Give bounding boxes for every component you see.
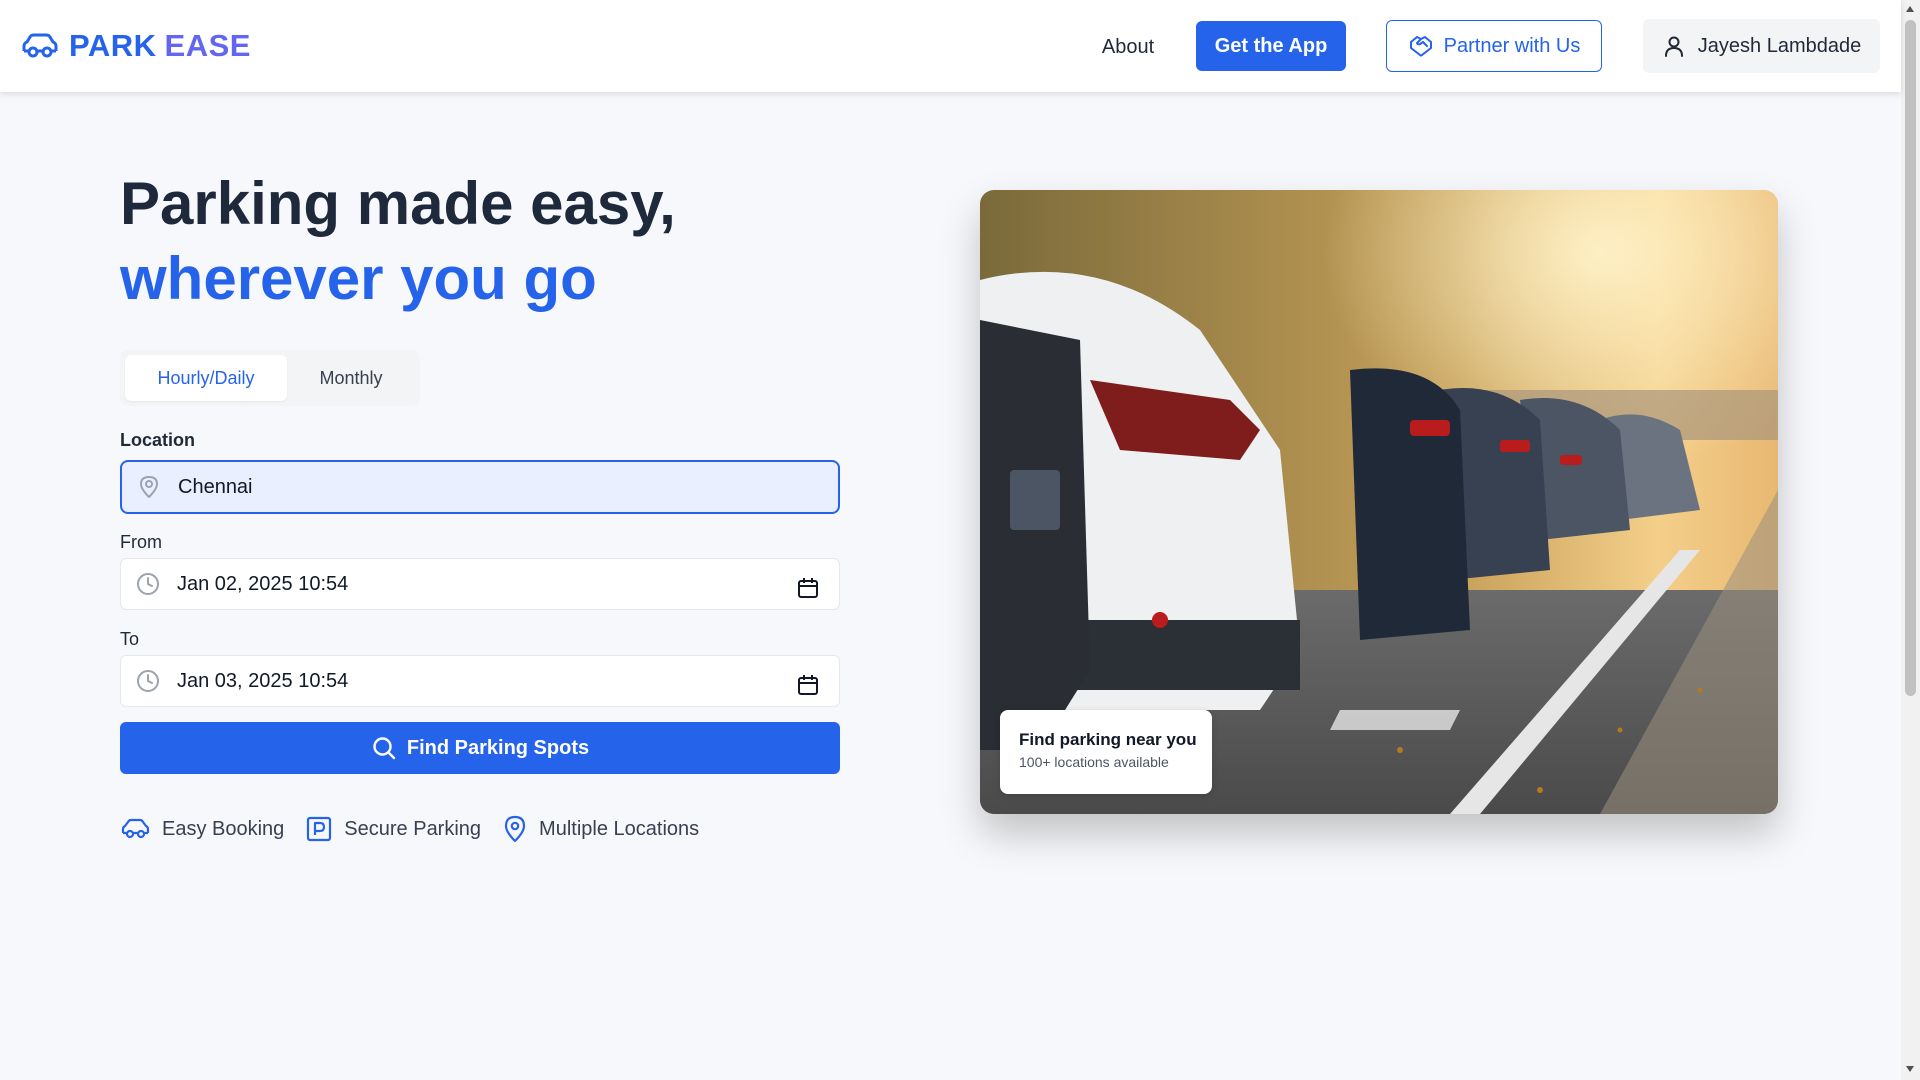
location-value: Chennai: [178, 475, 253, 498]
handshake-icon: [1409, 36, 1432, 57]
find-parking-button[interactable]: Find Parking Spots: [120, 722, 840, 774]
calendar-icon[interactable]: [797, 674, 819, 696]
map-pin-icon: [504, 815, 526, 843]
location-input[interactable]: Chennai: [120, 460, 840, 514]
map-pin-icon: [140, 476, 158, 498]
parking-sign-icon: [307, 816, 332, 842]
feature-multiple-locations-label: Multiple Locations: [539, 817, 700, 840]
overlay-title: Find parking near you: [1019, 730, 1197, 749]
to-value: Jan 03, 2025 10:54: [177, 669, 349, 692]
feature-secure-parking-label: Secure Parking: [344, 817, 482, 840]
car-icon: [22, 33, 58, 58]
top-navbar: PARK EASE About Get the App Partner with …: [0, 0, 1901, 92]
user-menu-button[interactable]: Jayesh Lambdade: [1643, 19, 1880, 73]
scroll-up-icon[interactable]: [1906, 6, 1914, 12]
brand-logo[interactable]: PARK EASE: [20, 28, 251, 64]
feature-easy-booking: Easy Booking: [120, 817, 284, 841]
brand-name-part2: EASE: [164, 28, 251, 63]
find-parking-overlay: Find parking near you 100+ locations ava…: [1000, 710, 1212, 794]
hero-title-line2: wherever you go: [120, 245, 597, 312]
clock-icon: [137, 573, 159, 595]
page: PARK EASE About Get the App Partner with …: [0, 0, 1901, 1080]
from-value: Jan 02, 2025 10:54: [177, 572, 349, 595]
hero-image-card: Find parking near you 100+ locations ava…: [980, 190, 1778, 814]
about-link[interactable]: About: [1083, 22, 1173, 72]
booking-type-tabs: Hourly/Daily Monthly: [120, 350, 420, 406]
hero-title: Parking made easy, wherever you go: [120, 166, 676, 316]
get-app-button[interactable]: Get the App: [1196, 21, 1346, 71]
tab-monthly[interactable]: Monthly: [287, 355, 415, 401]
from-label: From: [120, 532, 162, 552]
overlay-subtitle: 100+ locations available: [1019, 754, 1169, 770]
hero-title-line1: Parking made easy,: [120, 170, 676, 237]
feature-secure-parking: Secure Parking: [306, 816, 481, 842]
calendar-icon[interactable]: [797, 577, 819, 599]
partner-button-label: Partner with Us: [1443, 34, 1581, 57]
page-scrollbar[interactable]: [1901, 0, 1920, 1080]
to-datetime-field[interactable]: Jan 03, 2025 10:54: [120, 655, 840, 707]
feature-list: Easy Booking Secure Parking Multiple Loc…: [120, 815, 721, 843]
user-name: Jayesh Lambdade: [1697, 34, 1862, 57]
find-parking-label: Find Parking Spots: [406, 736, 590, 759]
user-icon: [1664, 36, 1683, 57]
tab-hourly-daily[interactable]: Hourly/Daily: [125, 355, 287, 401]
feature-multiple-locations: Multiple Locations: [503, 815, 699, 843]
search-icon: [373, 737, 396, 760]
location-label: Location: [120, 430, 195, 450]
clock-icon: [137, 670, 159, 692]
car-icon: [121, 818, 150, 839]
brand-name-part1: PARK: [69, 28, 157, 63]
from-datetime-field[interactable]: Jan 02, 2025 10:54: [120, 558, 840, 610]
brand-name: PARK EASE: [69, 28, 251, 64]
scroll-down-icon[interactable]: [1906, 1066, 1914, 1072]
scrollbar-thumb[interactable]: [1905, 20, 1916, 696]
to-label: To: [120, 629, 140, 649]
feature-easy-booking-label: Easy Booking: [162, 817, 285, 840]
partner-button[interactable]: Partner with Us: [1386, 20, 1602, 72]
